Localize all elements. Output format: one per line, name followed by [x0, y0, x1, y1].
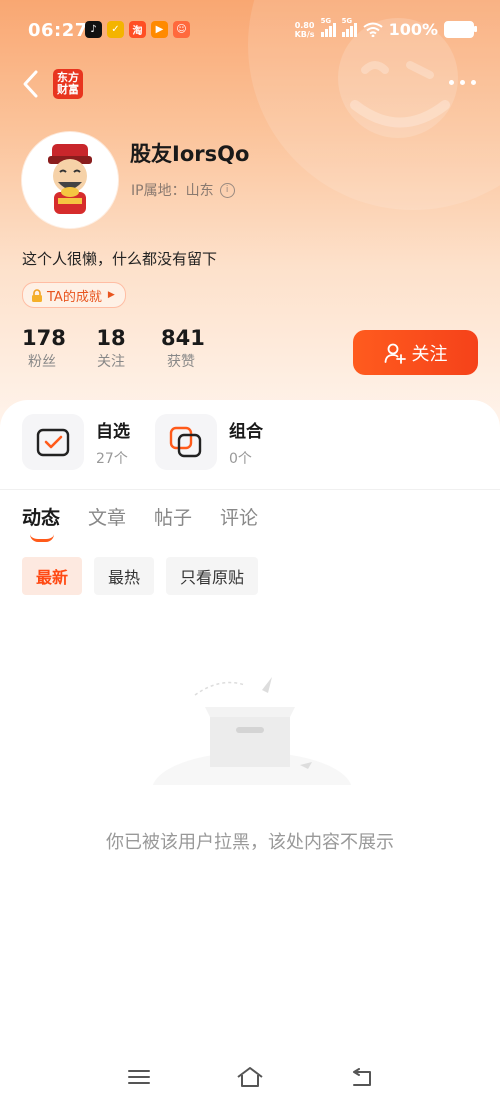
- back-arrow-icon[interactable]: [18, 67, 46, 101]
- ip-location: IP属地：山东 i: [131, 180, 235, 200]
- eastmoney-logo: 东方 财富: [53, 69, 83, 99]
- avatar[interactable]: [22, 132, 118, 228]
- god-of-wealth-avatar-icon: [48, 144, 92, 214]
- wifi-icon: [362, 22, 383, 37]
- lock-icon: [32, 288, 42, 302]
- user-bio: 这个人很懒，什么都没有留下: [22, 250, 218, 268]
- menu-icon[interactable]: [128, 1068, 150, 1086]
- signal-icon: 5G: [341, 17, 357, 37]
- portfolio-overlap-icon: [169, 426, 202, 458]
- home-icon[interactable]: [236, 1066, 264, 1088]
- notification-icons: ♪ ✓ 淘 ▶ ☺: [85, 21, 190, 38]
- system-navigation-bar: [0, 1060, 500, 1100]
- signal-icon: 5G: [320, 17, 336, 37]
- watchlist-checkbox-icon: [36, 428, 70, 457]
- follow-button[interactable]: 关注: [353, 330, 478, 375]
- filter-original-only[interactable]: 只看原贴: [166, 557, 259, 595]
- network-speed: 0.80 KB/s: [294, 20, 315, 39]
- filter-hot[interactable]: 最热: [94, 557, 155, 595]
- more-options-icon[interactable]: [449, 80, 476, 85]
- portfolio-card[interactable]: 组合 0个: [155, 414, 263, 470]
- battery-percentage: 100%: [388, 20, 438, 39]
- tab-articles[interactable]: 文章: [88, 503, 126, 530]
- add-user-icon: [384, 343, 406, 364]
- tab-activity[interactable]: 动态: [22, 503, 60, 542]
- taobao-icon: 淘: [129, 21, 146, 38]
- tiktok-icon: ♪: [85, 21, 102, 38]
- tab-comments[interactable]: 评论: [220, 503, 258, 530]
- filter-bar: 最新 最热 只看原贴: [22, 557, 259, 595]
- caret-right-icon: ▶: [107, 290, 115, 300]
- info-icon[interactable]: i: [219, 182, 235, 198]
- content-tabs: 动态 文章 帖子 评论: [22, 503, 258, 542]
- username: 股友IorsQo: [130, 142, 250, 166]
- achievement-label: TA的成就: [47, 289, 102, 305]
- stat-followers[interactable]: 178 粉丝: [22, 326, 66, 371]
- stat-likes: 841 获赞: [161, 326, 205, 370]
- back-icon[interactable]: [350, 1068, 374, 1088]
- watchlist-card[interactable]: 自选 27个: [22, 414, 130, 470]
- app-notification-icon: ☺: [173, 21, 190, 38]
- achievement-badge-button[interactable]: TA的成就 ▶: [22, 282, 126, 308]
- stat-following[interactable]: 18 关注: [93, 326, 129, 371]
- status-bar: 06:27 ♪ ✓ 淘 ▶ ☺ 0.80 KB/s 5G 5G 100%: [0, 0, 500, 62]
- empty-box-illustration-icon: [150, 677, 355, 800]
- divider: [0, 489, 500, 490]
- tab-posts[interactable]: 帖子: [154, 503, 192, 530]
- status-time: 06:27: [28, 20, 88, 41]
- app-notification-icon: ▶: [151, 21, 168, 38]
- content-panel: 自选 27个 组合 0个 动态 文章 帖子 评论 最新 最热 只看原贴 你已被该…: [0, 400, 500, 1111]
- battery-icon: [444, 21, 477, 38]
- app-notification-icon: ✓: [107, 21, 124, 38]
- blocked-message: 你已被该用户拉黑，该处内容不展示: [106, 832, 394, 853]
- filter-latest[interactable]: 最新: [22, 557, 83, 595]
